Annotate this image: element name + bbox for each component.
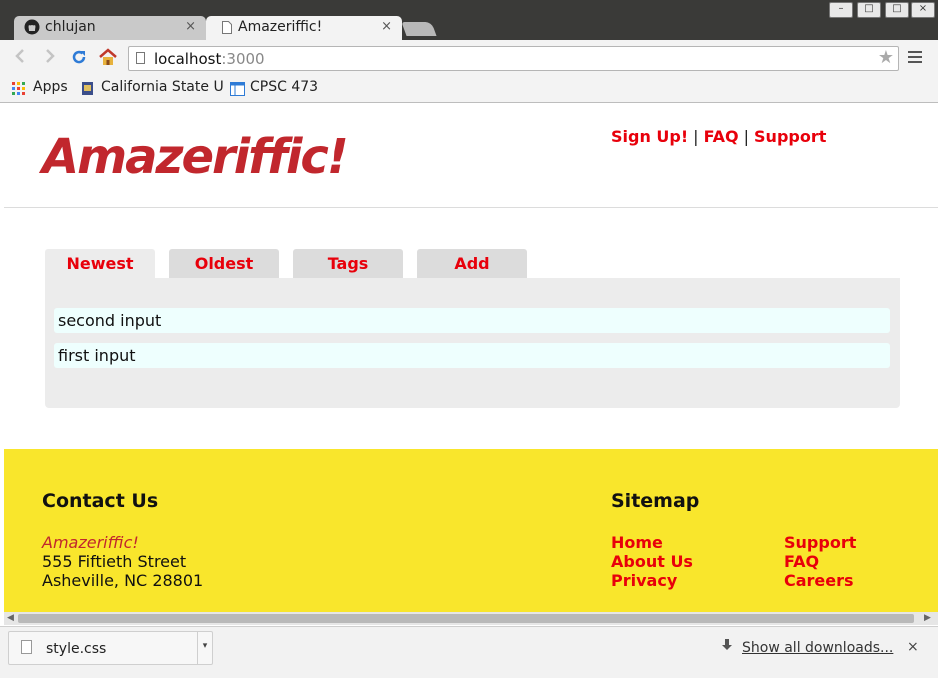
browser-tab-chlujan[interactable]: chlujan × xyxy=(14,16,206,40)
bookmark-star-icon[interactable]: ★ xyxy=(878,47,894,68)
download-item[interactable]: style.css ▾ xyxy=(8,631,213,665)
scroll-left-icon[interactable]: ◀ xyxy=(7,612,14,625)
contact-address: Amazeriffic! 555 Fiftieth Street Ashevil… xyxy=(42,533,203,590)
sitemap-link-careers[interactable]: Careers xyxy=(784,571,854,590)
footer: Contact Us Amazeriffic! 555 Fiftieth Str… xyxy=(4,449,938,612)
tab-tags[interactable]: Tags xyxy=(293,249,403,279)
download-shelf: style.css ▾ Show all downloads... × xyxy=(0,626,938,678)
tab-oldest[interactable]: Oldest xyxy=(169,249,279,279)
url-port: :3000 xyxy=(221,50,265,68)
new-tab-button[interactable] xyxy=(401,22,437,36)
bookmark-label: Apps xyxy=(33,79,68,95)
address-bar[interactable]: localhost:3000 ★ xyxy=(128,46,899,71)
sitemap-link-about[interactable]: About Us xyxy=(611,552,693,571)
apps-grid-icon xyxy=(12,82,26,100)
nav-separator: | xyxy=(693,127,699,146)
tab-newest[interactable]: Newest xyxy=(45,249,155,279)
maximize-button[interactable]: □ xyxy=(857,2,881,18)
close-tab-icon[interactable]: × xyxy=(185,19,196,34)
back-icon[interactable] xyxy=(14,48,26,69)
tab-label: chlujan xyxy=(45,19,96,35)
tab-add[interactable]: Add xyxy=(417,249,527,279)
forward-icon[interactable] xyxy=(44,48,56,69)
list-item: first input xyxy=(54,343,890,368)
sitemap-heading: Sitemap xyxy=(611,490,700,512)
bookmark-label: California State U xyxy=(101,79,224,95)
window-icon xyxy=(230,82,245,100)
sitemap-link-support[interactable]: Support xyxy=(784,533,856,552)
contact-heading: Contact Us xyxy=(42,490,159,512)
faq-link[interactable]: FAQ xyxy=(704,127,739,146)
top-nav: Sign Up! | FAQ | Support xyxy=(611,127,826,146)
scroll-right-icon[interactable]: ▶ xyxy=(924,612,931,625)
contact-brand: Amazeriffic! xyxy=(42,533,139,552)
sitemap-link-faq[interactable]: FAQ xyxy=(784,552,819,571)
url-host: localhost xyxy=(154,50,222,68)
university-icon xyxy=(81,81,94,100)
chevron-down-icon[interactable]: ▾ xyxy=(197,632,212,664)
show-all-downloads-link[interactable]: Show all downloads... xyxy=(742,640,893,656)
restore-button[interactable]: □ xyxy=(885,2,909,18)
scrollbar-thumb[interactable] xyxy=(18,614,914,623)
page-info-icon[interactable] xyxy=(136,52,145,64)
sitemap-link-home[interactable]: Home xyxy=(611,533,663,552)
github-icon xyxy=(24,19,40,39)
support-link[interactable]: Support xyxy=(754,127,826,146)
download-arrow-icon xyxy=(722,639,732,655)
tab-content-panel: second input first input xyxy=(45,278,900,408)
browser-toolbar: localhost:3000 ★ Apps California State U xyxy=(0,40,938,103)
title-bar: – □ □ × chlujan × Amazeriffic! × xyxy=(0,0,938,40)
contact-city: Asheville, NC 28801 xyxy=(42,571,204,590)
tab-label: Amazeriffic! xyxy=(238,19,323,35)
menu-icon[interactable] xyxy=(908,51,922,66)
close-icon[interactable]: × xyxy=(907,639,919,655)
close-window-button[interactable]: × xyxy=(911,2,935,18)
sitemap-link-privacy[interactable]: Privacy xyxy=(611,571,677,590)
brand-logo: Amazeriffic! xyxy=(42,129,349,185)
signup-link[interactable]: Sign Up! xyxy=(611,127,688,146)
header-divider xyxy=(4,207,938,208)
minimize-button[interactable]: – xyxy=(829,2,853,18)
list-item: second input xyxy=(54,308,890,333)
close-tab-icon[interactable]: × xyxy=(381,19,392,34)
reload-icon[interactable] xyxy=(70,48,88,71)
page-icon xyxy=(222,21,232,38)
contact-street: 555 Fiftieth Street xyxy=(42,552,187,571)
browser-tab-amazeriffic[interactable]: Amazeriffic! × xyxy=(206,16,402,40)
bookmark-label: CPSC 473 xyxy=(250,79,319,95)
file-icon xyxy=(21,640,32,654)
horizontal-scrollbar[interactable]: ◀ ▶ xyxy=(4,612,938,625)
download-filename: style.css xyxy=(46,641,107,657)
home-icon[interactable] xyxy=(98,48,118,71)
nav-separator: | xyxy=(743,127,750,146)
